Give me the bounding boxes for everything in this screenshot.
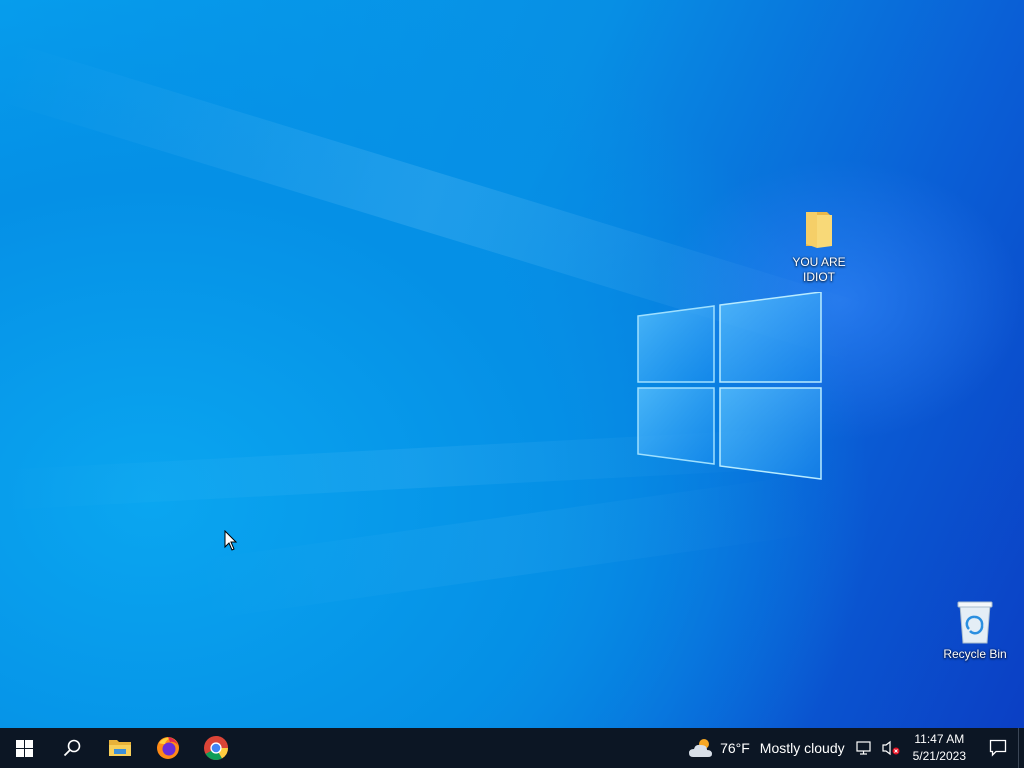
desktop-icon-label: YOU ARE IDIOT (792, 255, 846, 284)
firefox-icon (157, 737, 179, 759)
network-tray-button[interactable] (851, 728, 877, 768)
windows-logo (637, 292, 822, 480)
start-button[interactable] (0, 728, 48, 768)
weather-widget[interactable]: 76°F Mostly cloudy (688, 728, 851, 768)
desktop-icon-label: Recycle Bin (943, 647, 1007, 661)
taskbar: 76°F Mostly cloudy 11:47 AM 5/21/2023 (0, 728, 1024, 768)
search-icon (63, 739, 81, 757)
desktop[interactable]: YOU ARE IDIOT Recycle Bin (0, 0, 1024, 728)
folder-icon (797, 208, 841, 252)
clock-time: 11:47 AM (914, 732, 965, 746)
weather-condition: Mostly cloudy (759, 740, 845, 756)
cloudy-weather-icon (689, 739, 713, 757)
windows-start-icon (15, 739, 33, 757)
chrome-icon (204, 736, 228, 761)
volume-tray-button[interactable] (877, 728, 905, 768)
search-button[interactable] (48, 728, 96, 768)
recycle-bin-icon (953, 600, 997, 644)
action-center-icon (989, 739, 1007, 757)
weather-temperature: 76°F (720, 740, 750, 756)
clock[interactable]: 11:47 AM 5/21/2023 (905, 728, 978, 768)
file-explorer-icon (109, 740, 131, 756)
system-tray: 76°F Mostly cloudy 11:47 AM 5/21/2023 (688, 728, 1024, 768)
light-beam (195, 474, 819, 620)
desktop-recycle-bin[interactable]: Recycle Bin (937, 600, 1013, 662)
network-icon (856, 741, 871, 755)
mouse-pointer-icon (224, 530, 238, 551)
desktop-folder[interactable]: YOU ARE IDIOT (781, 208, 857, 285)
file-explorer-button[interactable] (96, 728, 144, 768)
action-center-button[interactable] (978, 728, 1018, 768)
clock-date: 5/21/2023 (912, 749, 966, 763)
firefox-button[interactable] (144, 728, 192, 768)
chrome-button[interactable] (192, 728, 240, 768)
volume-muted-icon (882, 740, 900, 756)
show-desktop-button[interactable] (1018, 728, 1024, 768)
